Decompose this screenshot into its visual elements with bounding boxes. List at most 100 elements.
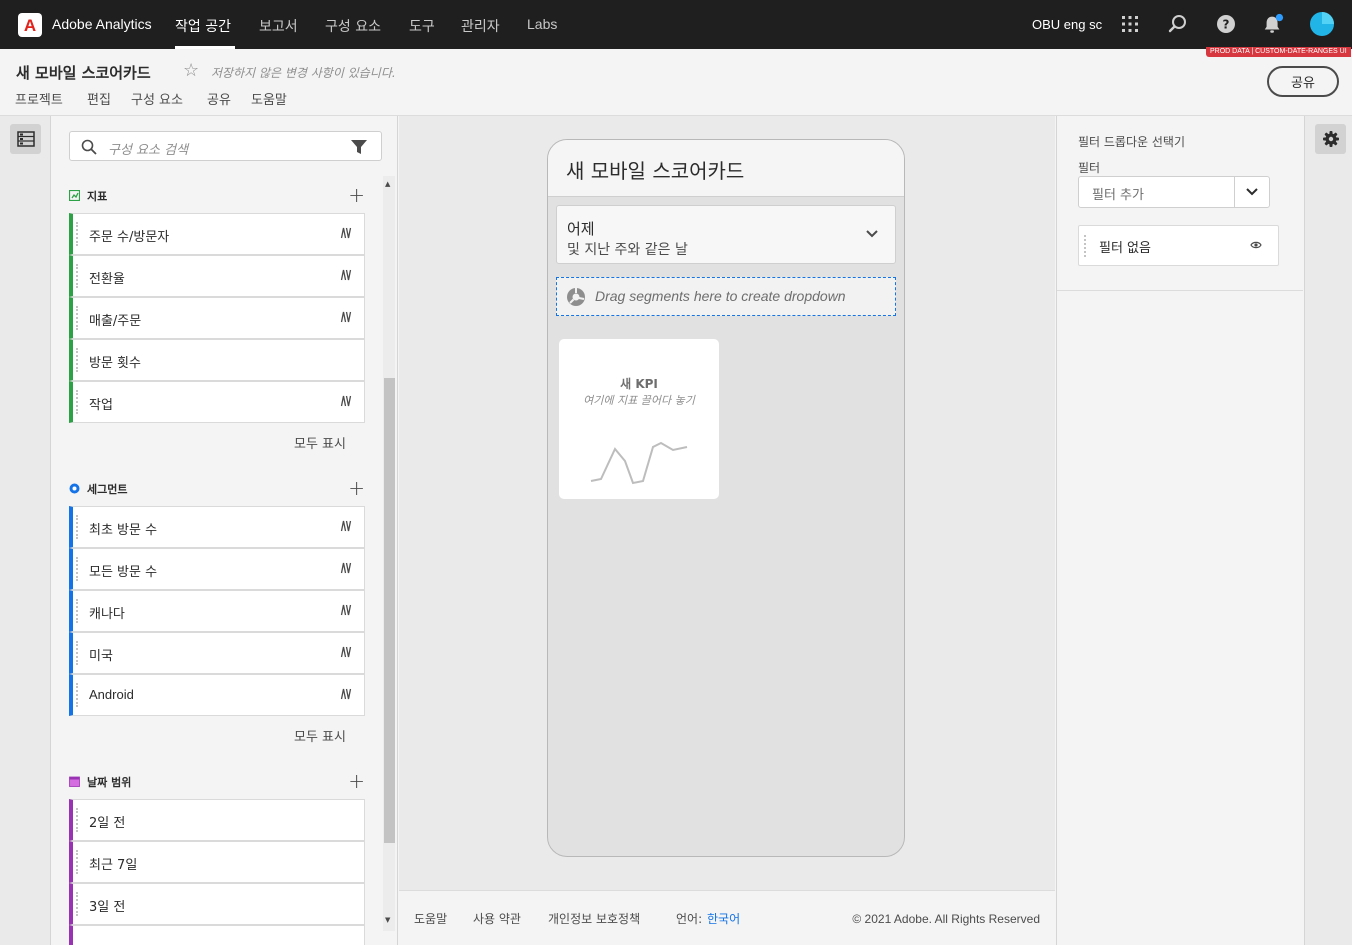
date-range-dropdown[interactable]: 어제 및 지난 주와 같은 날 <box>556 205 896 264</box>
add-filter-combobox[interactable]: 필터 추가 <box>1078 176 1270 208</box>
menu-edit[interactable]: 편집 <box>87 89 111 108</box>
favorite-star-icon[interactable]: ☆ <box>183 60 199 81</box>
filter-label: 필터 <box>1078 161 1101 175</box>
components-panel-toggle[interactable] <box>10 124 41 154</box>
panel-list-icon <box>16 131 35 147</box>
help-icon[interactable]: ? <box>1215 13 1237 35</box>
gear-icon <box>1322 131 1339 147</box>
filter-panel-title: 필터 드롭다운 선택기 <box>1078 135 1185 149</box>
add-segment-plus-icon[interactable]: + <box>348 476 365 500</box>
menu-share[interactable]: 공유 <box>207 89 231 108</box>
nav-workspace[interactable]: 작업 공간 <box>175 16 231 36</box>
footer-help-link[interactable]: 도움말 <box>414 910 447 927</box>
footer-privacy-link[interactable]: 개인정보 보호정책 <box>548 910 640 927</box>
project-title[interactable]: 새 모바일 스코어카드 <box>16 62 151 83</box>
metrics-section-header: 지표 + <box>69 183 365 207</box>
info-icon[interactable] <box>340 311 352 323</box>
apps-grid-icon[interactable] <box>1119 13 1141 35</box>
share-button[interactable]: 공유 <box>1267 66 1339 97</box>
info-icon[interactable] <box>340 395 352 407</box>
add-metric-plus-icon[interactable]: + <box>348 183 365 207</box>
segments-section-header: 세그먼트 + <box>69 476 365 500</box>
filter-settings-panel: 필터 드롭다운 선택기 필터 필터 추가 필터 없음 <box>1056 116 1303 945</box>
nav-admin[interactable]: 관리자 <box>461 16 500 36</box>
search-icon[interactable] <box>1167 13 1189 35</box>
metrics-section-label: 지표 <box>87 190 108 203</box>
info-icon[interactable] <box>340 688 352 700</box>
info-icon[interactable] <box>340 227 352 239</box>
menu-project[interactable]: 프로젝트 <box>15 89 63 108</box>
kpi-drop-hint: 여기에 지표 끌어다 놓기 <box>583 394 695 407</box>
user-avatar-icon[interactable] <box>1310 12 1334 36</box>
metric-item-label: 주문 수/방문자 <box>89 230 170 245</box>
date-range-item[interactable]: 3일 전 <box>69 883 365 925</box>
add-filter-placeholder: 필터 추가 <box>1092 188 1144 203</box>
metric-item[interactable]: 방문 횟수 <box>69 339 365 381</box>
menu-help[interactable]: 도움말 <box>251 89 287 108</box>
info-icon[interactable] <box>340 562 352 574</box>
component-search-input[interactable]: 구성 요소 검색 <box>69 131 382 161</box>
metric-item[interactable]: 매출/주문 <box>69 297 365 339</box>
metric-item[interactable]: 작업 <box>69 381 365 423</box>
segment-item[interactable]: 최초 방문 수 <box>69 506 365 548</box>
filter-item[interactable]: 필터 없음 <box>1078 225 1279 266</box>
sparkline-placeholder-icon <box>590 441 688 485</box>
segment-item-label: 캐나다 <box>89 607 125 622</box>
segment-drop-zone[interactable]: Drag segments here to create dropdown <box>556 277 896 316</box>
info-icon[interactable] <box>340 520 352 532</box>
footer-terms-link[interactable]: 사용 약관 <box>473 910 521 927</box>
info-icon[interactable] <box>340 269 352 281</box>
nav-tools[interactable]: 도구 <box>409 16 435 36</box>
menu-components[interactable]: 구성 요소 <box>131 89 183 108</box>
segment-item[interactable]: Android <box>69 674 365 716</box>
scorecard-title[interactable]: 새 모바일 스코어카드 <box>566 155 744 184</box>
segments-show-all-link[interactable]: 모두 표시 <box>294 726 346 745</box>
app-name[interactable]: Adobe Analytics <box>52 16 152 32</box>
add-filter-dropdown-button[interactable] <box>1234 177 1269 207</box>
scroll-down-arrow-icon[interactable]: ▼ <box>385 916 390 924</box>
active-nav-indicator <box>175 46 235 49</box>
date-ranges-section-label: 날짜 범위 <box>87 776 132 789</box>
org-switcher[interactable]: OBU eng sc <box>1032 17 1102 32</box>
metric-item-label: 방문 횟수 <box>89 356 141 371</box>
right-rail <box>1304 116 1352 945</box>
adobe-logo-icon[interactable]: A <box>18 13 42 37</box>
metric-item-label: 작업 <box>89 398 113 413</box>
info-icon[interactable] <box>340 604 352 616</box>
new-kpi-tile[interactable]: 새 KPI 여기에 지표 끌어다 놓기 <box>559 339 719 499</box>
settings-panel-toggle[interactable] <box>1315 124 1346 154</box>
search-icon <box>81 139 97 155</box>
segment-item[interactable]: 미국 <box>69 632 365 674</box>
info-icon[interactable] <box>340 646 352 658</box>
segment-drop-hint: Drag segments here to create dropdown <box>595 288 846 304</box>
metrics-show-all-link[interactable]: 모두 표시 <box>294 433 346 452</box>
footer-language-link[interactable]: 한국어 <box>707 910 740 927</box>
nav-components[interactable]: 구성 요소 <box>325 16 381 36</box>
chevron-down-icon <box>866 230 878 238</box>
date-range-item[interactable]: 2일 전 <box>69 799 365 841</box>
date-range-item-label: 최근 7일 <box>89 858 138 873</box>
visibility-eye-icon[interactable] <box>1250 240 1262 250</box>
notifications-bell-icon[interactable] <box>1262 13 1284 35</box>
scrollbar-thumb[interactable] <box>384 378 395 843</box>
date-range-item-label: 2일 전 <box>89 816 126 831</box>
segment-item-label: Android <box>89 687 134 702</box>
metric-item[interactable]: 전환율 <box>69 255 365 297</box>
date-range-item[interactable] <box>69 925 365 945</box>
chevron-down-icon <box>1246 188 1258 196</box>
add-date-range-plus-icon[interactable]: + <box>348 769 365 793</box>
segment-item[interactable]: 모든 방문 수 <box>69 548 365 590</box>
scroll-up-arrow-icon[interactable]: ▲ <box>385 180 390 188</box>
unsaved-changes-notice: 저장하지 않은 변경 사항이 있습니다. <box>211 66 396 80</box>
footer: 도움말 사용 약관 개인정보 보호정책 언어: 한국어 © 2021 Adobe… <box>399 890 1055 945</box>
nav-labs[interactable]: Labs <box>527 16 557 32</box>
date-range-item[interactable]: 최근 7일 <box>69 841 365 883</box>
footer-language-label: 언어: <box>676 912 703 926</box>
top-nav: A Adobe Analytics 작업 공간 보고서 구성 요소 도구 관리자… <box>0 0 1352 49</box>
segments-section-label: 세그먼트 <box>87 483 128 496</box>
nav-reports[interactable]: 보고서 <box>259 16 298 36</box>
filter-funnel-icon[interactable] <box>351 139 367 155</box>
segment-item[interactable]: 캐나다 <box>69 590 365 632</box>
metric-item[interactable]: 주문 수/방문자 <box>69 213 365 255</box>
environment-badge: PROD DATA | CUSTOM-DATE-RANGES UI <box>1206 47 1351 57</box>
